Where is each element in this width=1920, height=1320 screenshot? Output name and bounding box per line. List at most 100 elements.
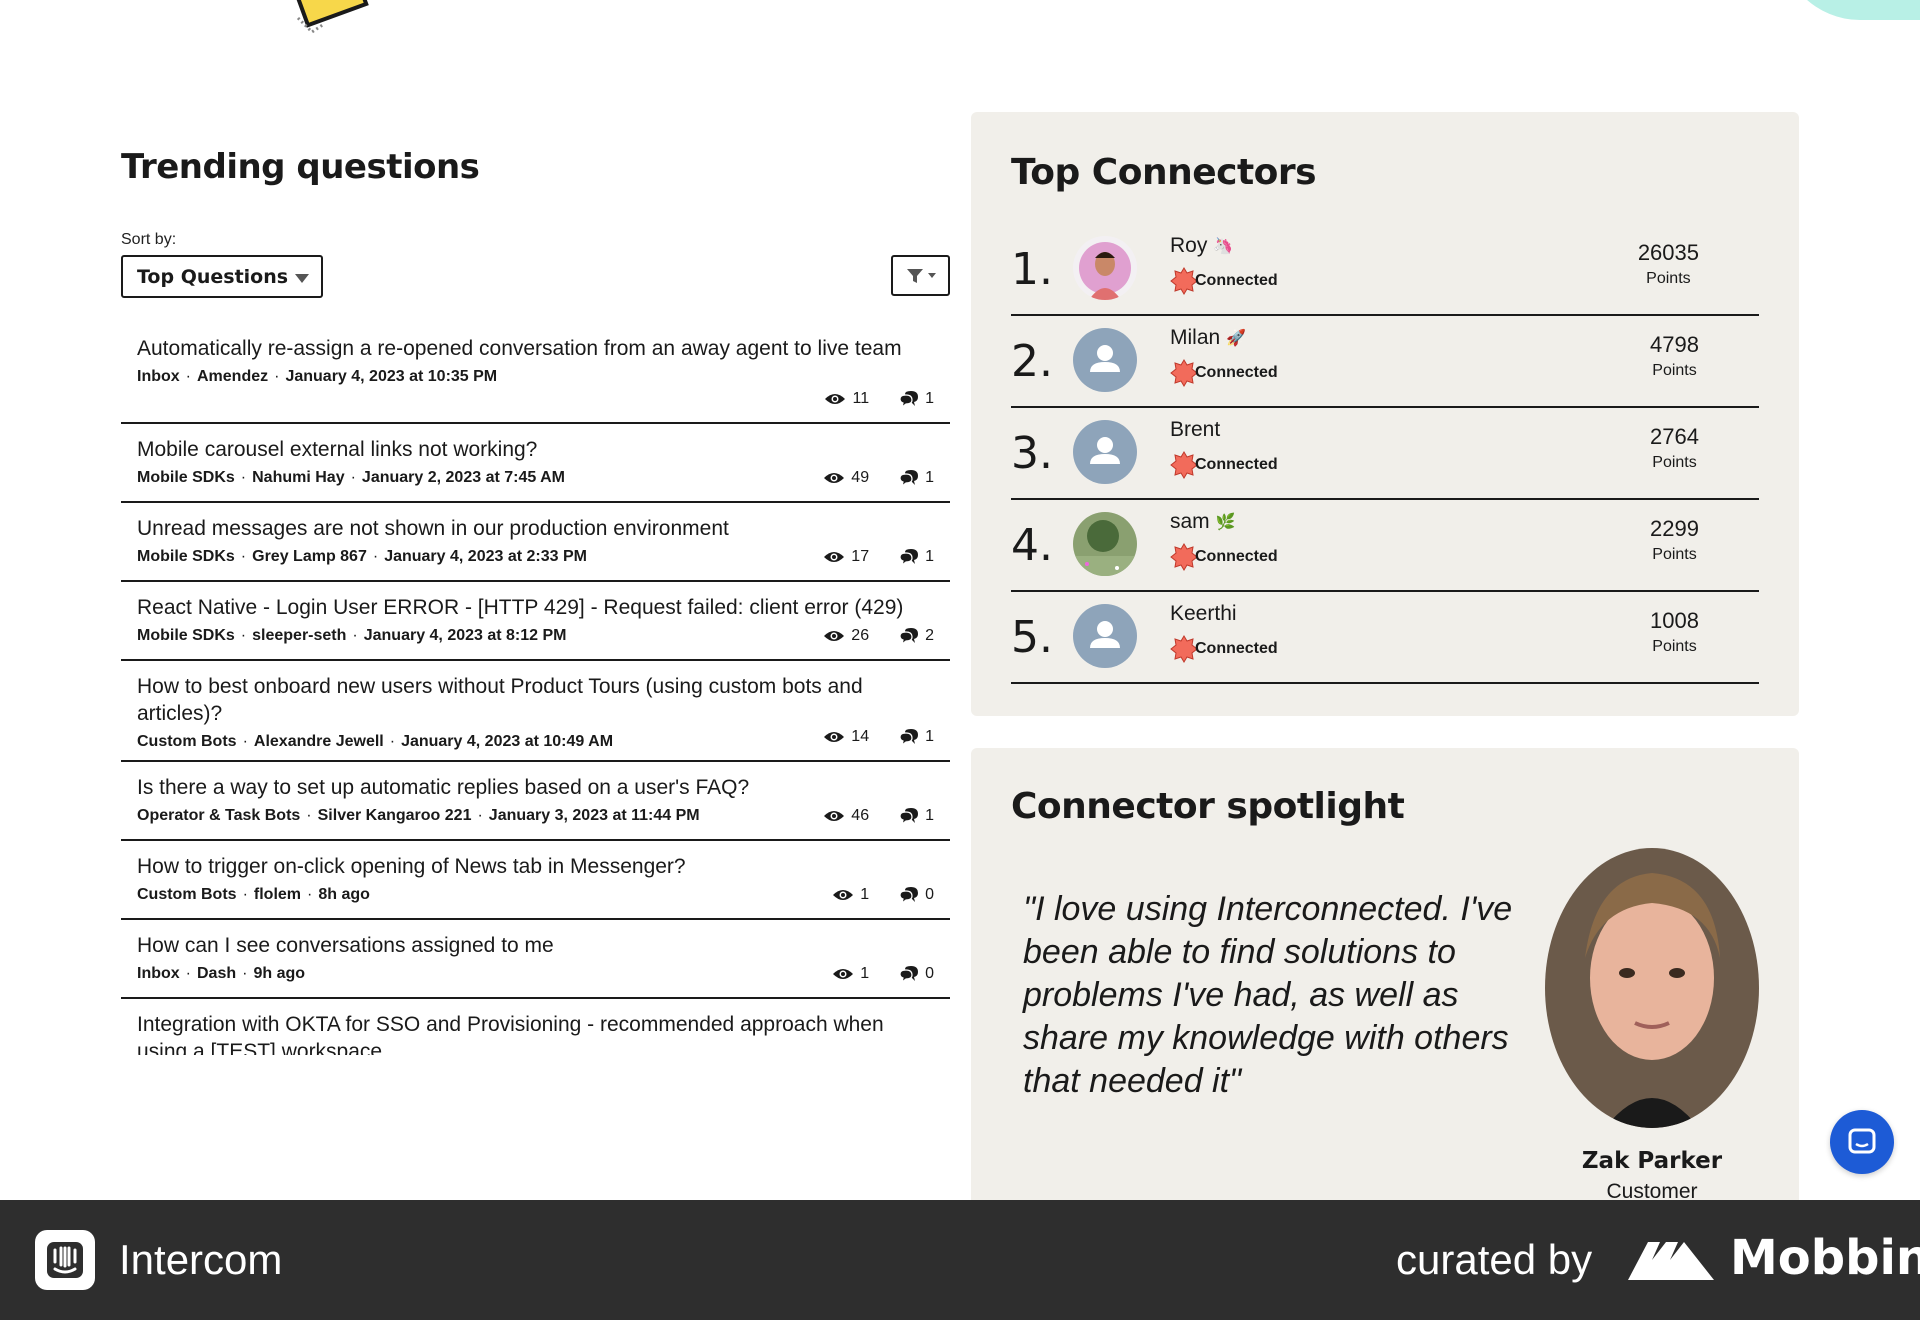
question-meta: Inbox · Amendez · January 4, 2023 at 10:35 P… xyxy=(137,368,934,386)
connector-name[interactable]: Keerthi xyxy=(1170,602,1237,626)
question-title[interactable]: Mobile carousel external links not worki… xyxy=(137,436,934,463)
separator: · xyxy=(372,548,379,565)
question-meta: Mobile SDKs · sleeper-seth · January 4, 2023… xyxy=(137,627,934,645)
question-title[interactable]: Integration with OKTA for SSO and Provis… xyxy=(137,1011,934,1055)
connector-name-text: sam xyxy=(1170,510,1210,533)
points-value: 2764 xyxy=(1650,424,1699,449)
question-category[interactable]: Custom Bots xyxy=(137,886,237,904)
connector-avatar[interactable] xyxy=(1073,512,1137,576)
question-title[interactable]: How to best onboard new users without Pr… xyxy=(137,673,934,727)
views-count: 1 xyxy=(832,886,869,904)
connector-name[interactable]: Roy 🦄 xyxy=(1170,234,1233,258)
question-item[interactable]: Is there a way to set up automatic repli… xyxy=(121,762,950,841)
replies-count: 2 xyxy=(899,627,934,645)
connector-row[interactable]: 4. sam 🌿 Connected 2299 Points xyxy=(1011,500,1759,592)
connector-avatar[interactable] xyxy=(1073,420,1137,484)
connector-points: 2764 Points xyxy=(1650,424,1699,472)
question-item[interactable]: Integration with OKTA for SSO and Provis… xyxy=(121,999,950,1059)
question-title[interactable]: Automatically re-assign a re-opened conv… xyxy=(137,335,934,362)
question-item[interactable]: Unread messages are not shown in our pro… xyxy=(121,503,950,582)
question-category[interactable]: Mobile SDKs xyxy=(137,627,235,645)
replies-count: 1 xyxy=(899,390,934,408)
filter-button[interactable] xyxy=(891,255,950,296)
question-category[interactable]: Custom Bots xyxy=(137,733,237,751)
question-category[interactable]: Operator & Task Bots xyxy=(137,807,300,825)
connected-label: Connected xyxy=(1195,548,1278,565)
question-item[interactable]: How to trigger on-click opening of News … xyxy=(121,841,950,920)
question-category[interactable]: Mobile SDKs xyxy=(137,548,235,566)
connected-label: Connected xyxy=(1195,640,1278,657)
connector-name[interactable]: Brent xyxy=(1170,418,1220,442)
replies-value: 1 xyxy=(925,807,934,824)
connector-name[interactable]: sam 🌿 xyxy=(1170,510,1236,534)
question-title[interactable]: How to trigger on-click opening of News … xyxy=(137,853,934,880)
messenger-launcher-button[interactable] xyxy=(1830,1110,1894,1174)
user-icon xyxy=(1090,621,1120,648)
question-meta: Mobile SDKs · Nahumi Hay · January 2, 2023 a… xyxy=(137,469,934,487)
question-title[interactable]: React Native - Login User ERROR - [HTTP … xyxy=(137,594,934,621)
views-count: 1 xyxy=(832,965,869,983)
connector-rank: 3. xyxy=(1011,428,1053,479)
question-item[interactable]: React Native - Login User ERROR - [HTTP … xyxy=(121,582,950,661)
question-item[interactable]: Mobile carousel external links not worki… xyxy=(121,424,950,503)
question-author[interactable]: Amendez xyxy=(197,368,268,386)
question-item[interactable]: How to best onboard new users without Pr… xyxy=(121,661,950,762)
starburst-badge-icon xyxy=(1170,635,1198,663)
question-item[interactable]: How can I see conversations assigned to … xyxy=(121,920,950,999)
question-author[interactable]: Grey Lamp 867 xyxy=(252,548,367,566)
connector-row[interactable]: 5. Keerthi Connected 1008 Points xyxy=(1011,592,1759,684)
question-author[interactable]: Silver Kangaroo 221 xyxy=(318,807,472,825)
connector-row[interactable]: 2. Milan 🚀 Connected 4798 Points xyxy=(1011,316,1759,408)
connector-row[interactable]: 3. Brent Connected 2764 Points xyxy=(1011,408,1759,500)
eye-icon xyxy=(824,732,845,742)
question-title[interactable]: How can I see conversations assigned to … xyxy=(137,932,934,959)
eye-icon xyxy=(824,631,845,641)
question-meta: Inbox · Dash · 9h ago xyxy=(137,965,934,983)
sort-by-label: Sort by: xyxy=(121,231,177,248)
question-stats: 10 xyxy=(832,965,934,983)
user-icon xyxy=(1090,345,1120,372)
question-title[interactable]: Is there a way to set up automatic repli… xyxy=(137,774,934,801)
curated-by-label: curated by xyxy=(1396,1236,1593,1283)
connector-name[interactable]: Milan 🚀 xyxy=(1170,326,1246,350)
connected-badge: Connected xyxy=(1170,543,1278,571)
question-meta: Mobile SDKs · Grey Lamp 867 · January 4, 202… xyxy=(137,548,934,566)
question-author[interactable]: flolem xyxy=(254,886,301,904)
separator: · xyxy=(240,469,247,486)
connector-row[interactable]: 1. Roy 🦄 Connected 26035 Points xyxy=(1011,224,1759,316)
filter-icon xyxy=(906,268,923,283)
question-item[interactable]: Automatically re-assign a re-opened conv… xyxy=(121,323,950,424)
points-value: 4798 xyxy=(1650,332,1699,357)
question-title[interactable]: Unread messages are not shown in our pro… xyxy=(137,515,934,542)
points-value: 26035 xyxy=(1637,240,1699,265)
points-label: Points xyxy=(1646,270,1691,287)
spotlight-avatar xyxy=(1545,848,1759,1128)
sort-select[interactable]: Top Questions xyxy=(121,255,323,298)
connector-points: 2299 Points xyxy=(1650,516,1699,564)
question-category[interactable]: Inbox xyxy=(137,965,180,983)
question-stats: 49 1 xyxy=(823,469,934,487)
replies-count: 0 xyxy=(899,886,934,904)
eye-icon xyxy=(833,969,854,979)
connector-avatar[interactable] xyxy=(1073,604,1137,668)
separator: · xyxy=(389,733,396,750)
separator: · xyxy=(477,807,483,824)
question-author[interactable]: Dash xyxy=(197,965,236,983)
question-author[interactable]: Alexandre Jewell xyxy=(254,733,384,751)
question-category[interactable]: Inbox xyxy=(137,368,180,386)
connector-emoji: 🦄 xyxy=(1213,238,1234,255)
question-stats: 14 1 xyxy=(823,728,934,746)
replies-count: 0 xyxy=(899,965,934,983)
connector-avatar[interactable] xyxy=(1073,328,1137,392)
mobbin-logo-icon xyxy=(1628,1242,1714,1280)
connector-avatar[interactable] xyxy=(1073,236,1137,300)
question-category[interactable]: Mobile SDKs xyxy=(137,469,235,487)
comments-icon xyxy=(899,549,919,566)
separator: · xyxy=(242,733,248,750)
comments-icon xyxy=(899,729,919,746)
starburst-badge-icon xyxy=(1170,451,1198,479)
question-author[interactable]: Nahumi Hay xyxy=(252,469,344,487)
comments-icon xyxy=(899,966,919,983)
eye-icon xyxy=(825,394,846,404)
question-author[interactable]: sleeper-seth xyxy=(252,627,346,645)
